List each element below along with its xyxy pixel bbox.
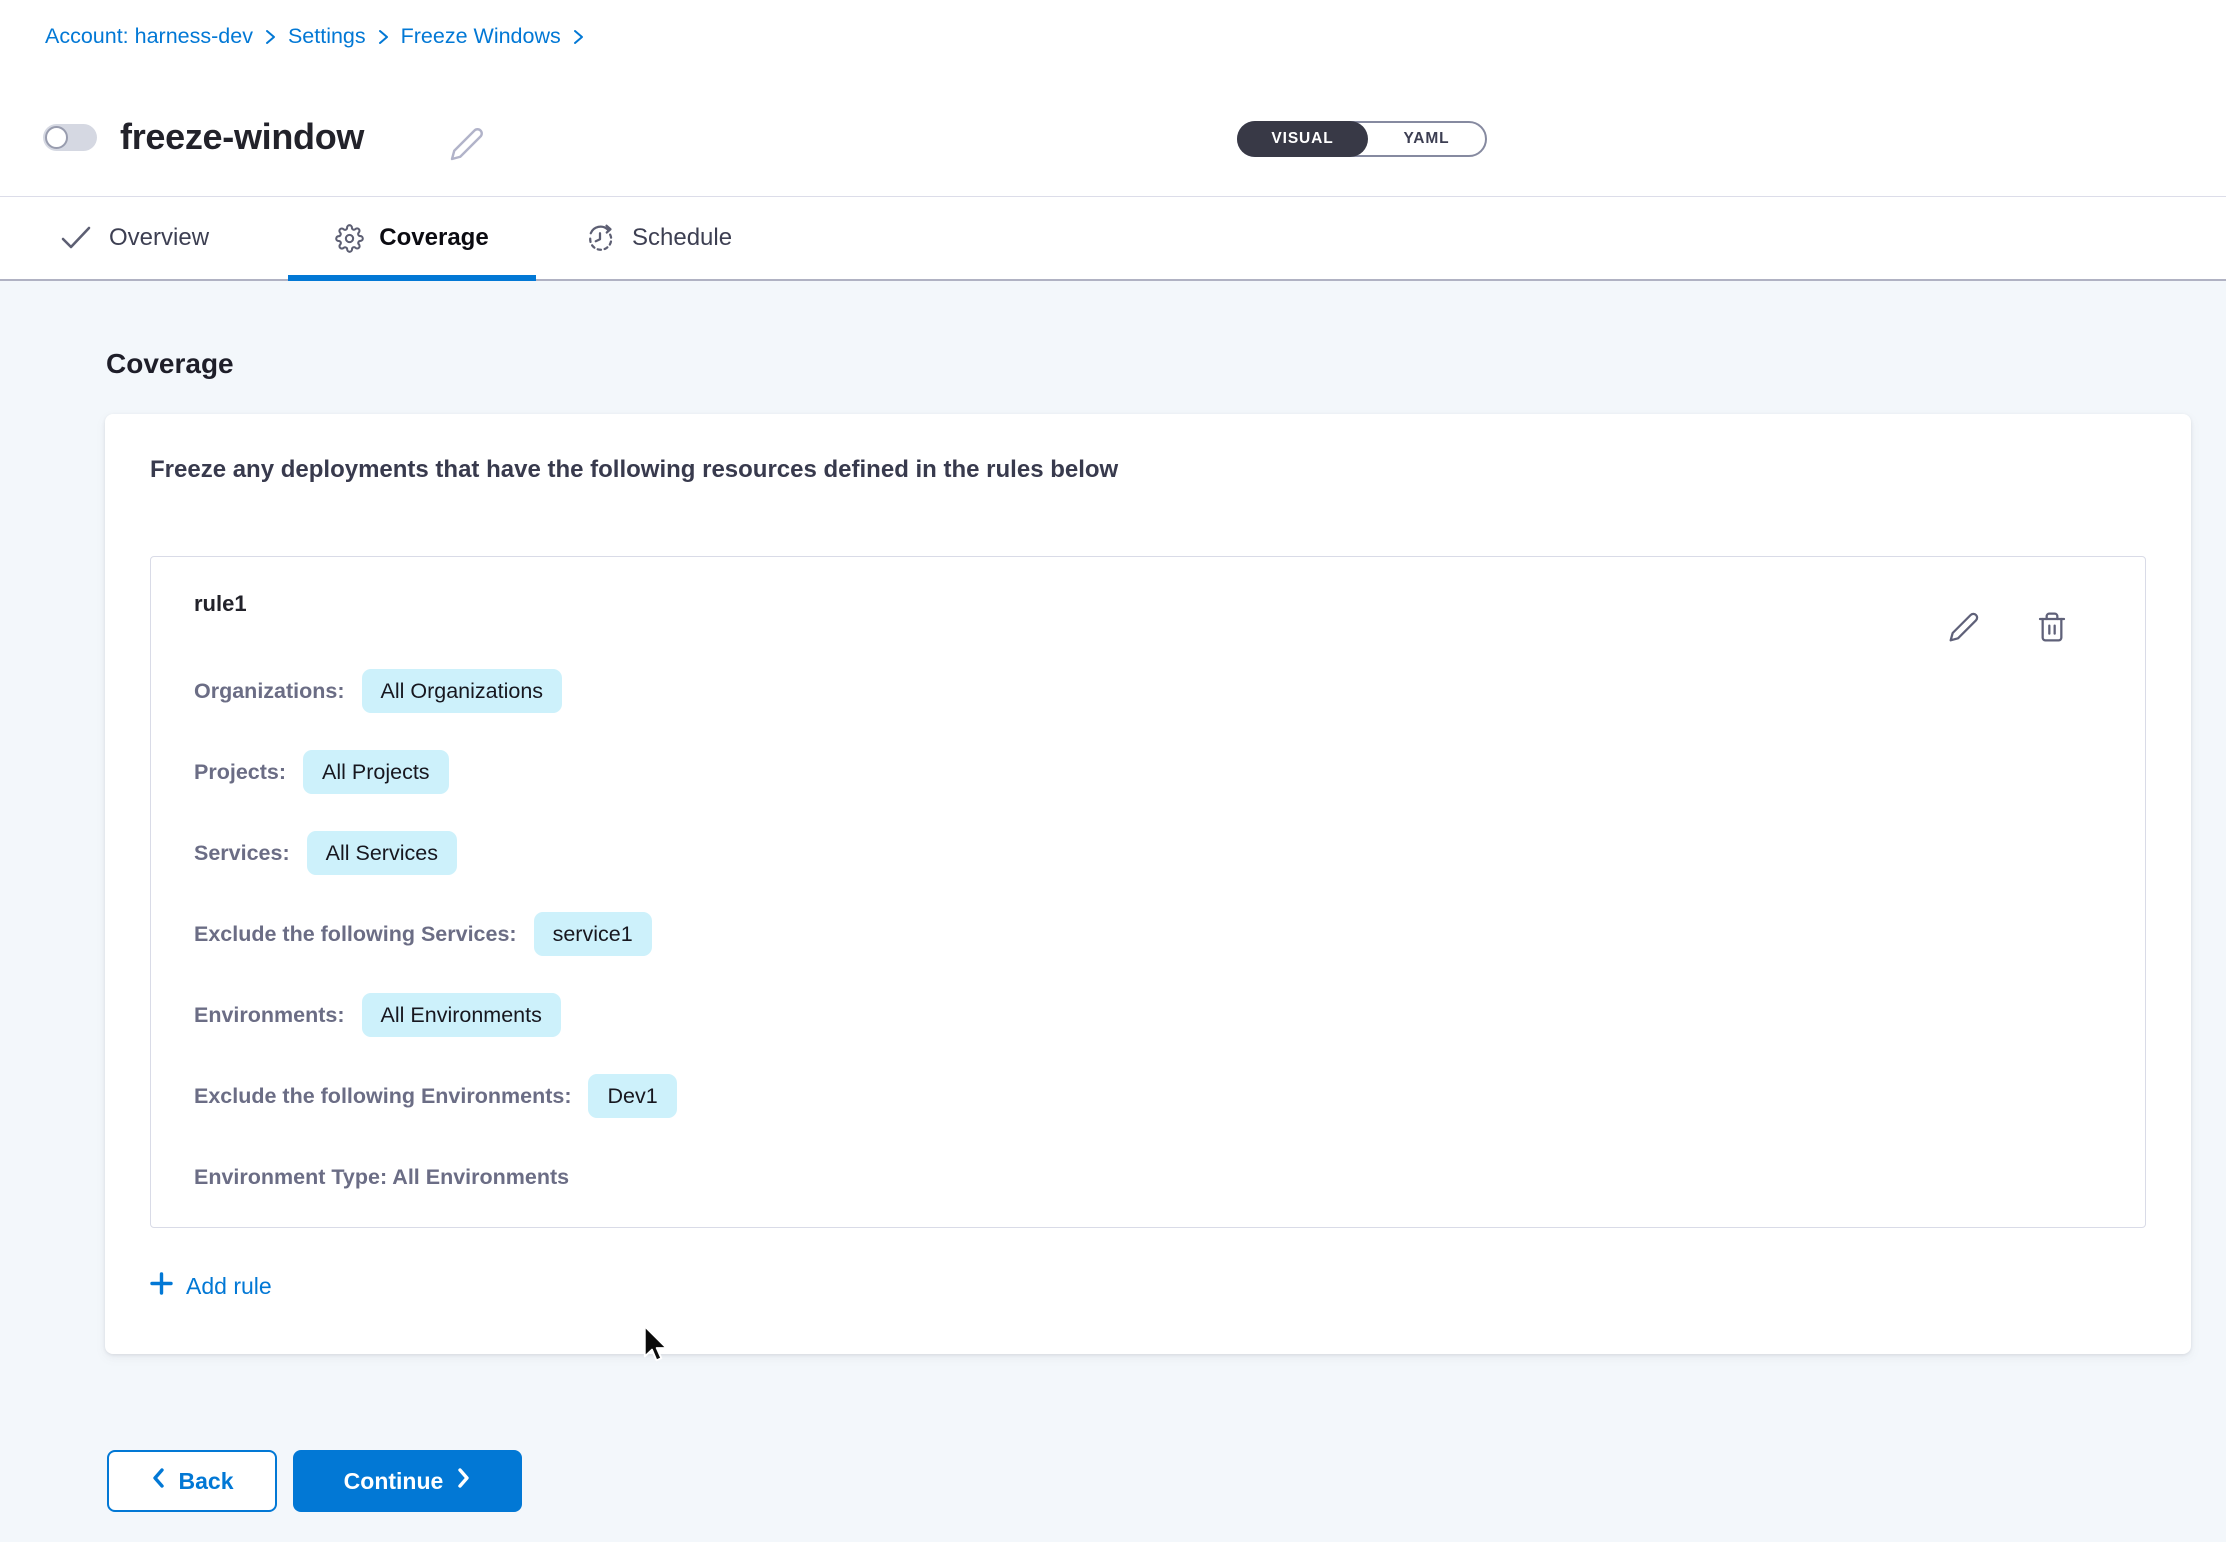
field-value-chip: All Projects: [303, 750, 449, 794]
toggle-knob: [45, 126, 68, 149]
coverage-instruction: Freeze any deployments that have the fol…: [150, 456, 1118, 484]
rule-name: rule1: [194, 591, 247, 617]
field-value-chip: service1: [534, 912, 652, 956]
breadcrumb-settings-link[interactable]: Settings: [288, 24, 366, 49]
visual-yaml-toggle: VISUAL YAML: [1237, 121, 1487, 157]
page-title: freeze-window: [120, 116, 364, 158]
edit-rule-button[interactable]: [1947, 611, 1981, 645]
rule-field-row: Services: All Services: [194, 831, 1885, 875]
back-button[interactable]: Back: [107, 1450, 277, 1512]
freeze-enabled-toggle[interactable]: [43, 124, 97, 151]
visual-mode-button[interactable]: VISUAL: [1237, 121, 1368, 157]
section-title: Coverage: [106, 348, 234, 380]
page-header: Account: harness-dev Settings Freeze Win…: [0, 0, 2226, 197]
continue-label: Continue: [344, 1468, 444, 1495]
yaml-mode-button[interactable]: YAML: [1368, 123, 1485, 155]
field-label: Exclude the following Environments:: [194, 1084, 571, 1109]
pencil-icon: [449, 150, 485, 165]
field-label: Services:: [194, 841, 290, 866]
check-icon: [60, 225, 92, 251]
field-value-chip: All Services: [307, 831, 457, 875]
chevron-right-icon: [377, 27, 390, 47]
chevron-left-icon: [151, 1466, 166, 1496]
chevron-right-icon: [456, 1466, 471, 1496]
rule-field-row: Projects: All Projects: [194, 750, 1885, 794]
breadcrumb: Account: harness-dev Settings Freeze Win…: [45, 24, 585, 49]
tab-schedule[interactable]: Schedule: [585, 197, 732, 279]
delete-rule-button[interactable]: [2035, 611, 2069, 645]
continue-button[interactable]: Continue: [293, 1450, 522, 1512]
chevron-right-icon: [572, 27, 585, 47]
tab-schedule-label: Schedule: [632, 224, 732, 252]
field-value-chip: All Organizations: [362, 669, 563, 713]
clock-history-icon: [585, 223, 615, 253]
plus-icon: [150, 1272, 173, 1301]
gear-icon: [335, 224, 364, 253]
field-label: Environments:: [194, 1003, 345, 1028]
tab-coverage-label: Coverage: [379, 224, 488, 252]
field-label: Exclude the following Services:: [194, 922, 517, 947]
field-label: Organizations:: [194, 679, 345, 704]
studio-tabbar: Overview Coverage Schedule: [0, 197, 2226, 281]
tab-coverage[interactable]: Coverage: [288, 197, 536, 279]
rule-card: rule1 Organizations: All Organizations P…: [150, 556, 2146, 1228]
tab-overview-label: Overview: [109, 224, 209, 252]
rule-fields: Organizations: All Organizations Project…: [194, 669, 1885, 1199]
add-rule-button[interactable]: Add rule: [150, 1272, 272, 1301]
field-label: Projects:: [194, 760, 286, 785]
coverage-card: Freeze any deployments that have the fol…: [105, 414, 2191, 1354]
rule-field-row: Exclude the following Environments: Dev1: [194, 1074, 1885, 1118]
environment-type-row: Environment Type: All Environments: [194, 1155, 1885, 1199]
chevron-right-icon: [264, 27, 277, 47]
pencil-icon: [1948, 611, 1980, 646]
edit-title-button[interactable]: [448, 126, 486, 164]
trash-icon: [2036, 611, 2068, 646]
tab-overview[interactable]: Overview: [60, 197, 209, 279]
rule-field-row: Environments: All Environments: [194, 993, 1885, 1037]
rule-actions: [1947, 611, 2069, 645]
rule-field-row: Organizations: All Organizations: [194, 669, 1885, 713]
field-value-chip: Dev1: [588, 1074, 676, 1118]
coverage-content: Coverage Freeze any deployments that hav…: [0, 281, 2226, 1542]
field-value-chip: All Environments: [362, 993, 561, 1037]
freeze-window-studio-page: Account: harness-dev Settings Freeze Win…: [0, 0, 2226, 1542]
rule-field-row: Exclude the following Services: service1: [194, 912, 1885, 956]
add-rule-label: Add rule: [186, 1273, 272, 1300]
breadcrumb-account-link[interactable]: Account: harness-dev: [45, 24, 253, 49]
back-label: Back: [179, 1468, 234, 1495]
breadcrumb-freeze-windows-link[interactable]: Freeze Windows: [401, 24, 561, 49]
